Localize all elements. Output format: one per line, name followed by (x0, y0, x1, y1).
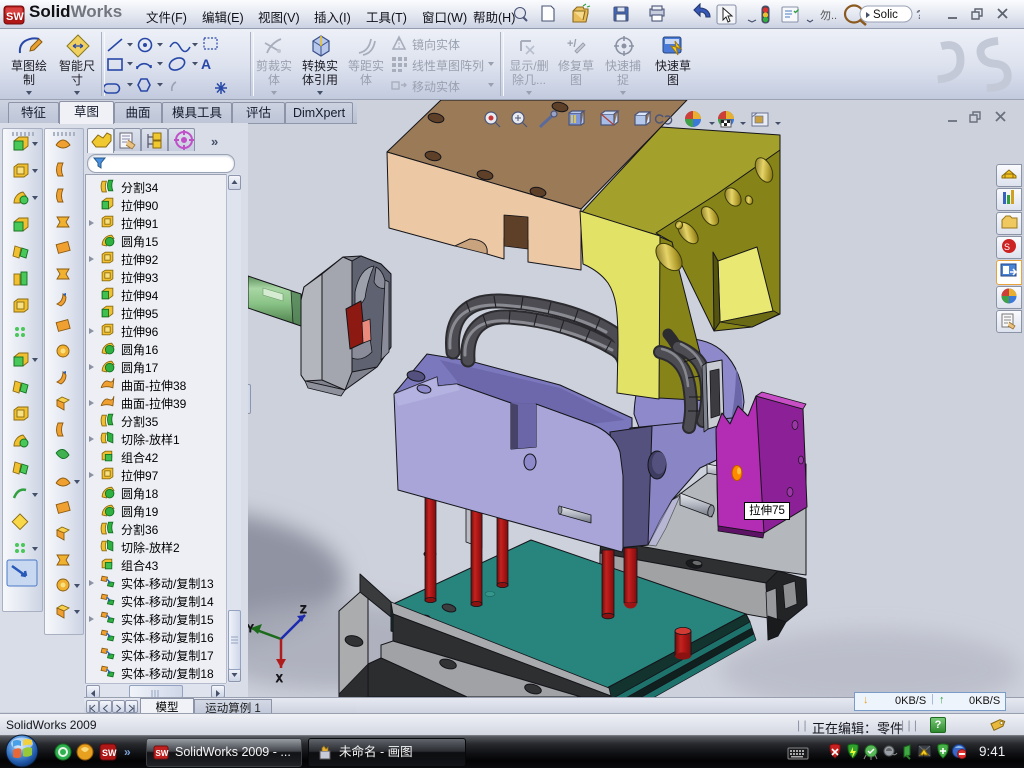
svg-text:S: S (1004, 242, 1010, 252)
svg-text:Z: Z (300, 605, 307, 617)
svg-text:SW: SW (6, 11, 24, 23)
svg-text:»: » (211, 134, 218, 149)
svg-text:勿..: 勿.. (820, 9, 837, 22)
svg-text:+/: +/ (567, 38, 576, 50)
svg-text:»: » (124, 745, 131, 759)
svg-text:?: ? (916, 7, 920, 22)
svg-text:X: X (276, 674, 283, 686)
svg-text:A: A (201, 56, 211, 72)
svg-text:SW: SW (156, 749, 169, 758)
svg-text:Y: Y (248, 624, 254, 636)
svg-text:Solic: Solic (873, 9, 898, 21)
svg-text:SW: SW (102, 748, 117, 758)
